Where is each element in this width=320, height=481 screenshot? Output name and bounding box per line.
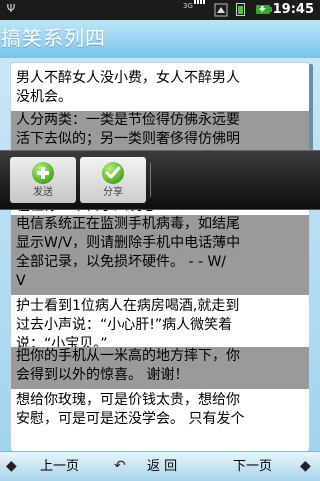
back-arrow-icon[interactable]: ↶ — [114, 452, 126, 481]
list-item[interactable]: 把你的手机从一米高的地方摔下，你 会得到以外的惊喜。 谢谢！ — [11, 347, 309, 389]
arrow-left-icon: ◆ — [6, 458, 17, 474]
network-type: 3G — [183, 2, 193, 10]
checkmark-icon — [102, 162, 124, 184]
list-item[interactable]: 电信系统正在监测手机病毒，如结尾 显示W/V，则请删除手机中电话薄中 全部记录，… — [11, 215, 309, 295]
status-bar: Ψ 3G 19:45 — [0, 0, 320, 20]
next-page-button[interactable]: ◆ — [300, 452, 311, 481]
prev-page-button[interactable]: ◆ — [6, 452, 17, 481]
clock: 19:45 — [272, 2, 314, 17]
joke-list[interactable]: 男人不醉女人没小费，女人不醉男人 没机会。 人分两类：一类是节俭得仿佛永远要 活… — [10, 62, 310, 452]
battery-icon — [236, 3, 245, 16]
list-item[interactable]: 男人不醉女人没小费，女人不醉男人 没机会。 — [11, 69, 309, 109]
list-item[interactable]: 人分两类：一类是节俭得仿佛永远要 活下去似的；另一类则奢侈得仿佛明 — [11, 111, 309, 151]
context-menu: 发送 分享 — [0, 150, 320, 210]
prev-page-label[interactable]: 上一页 — [40, 452, 79, 481]
usb-icon: Ψ — [6, 2, 16, 15]
wifi-icon — [214, 3, 228, 17]
bottom-nav: ◆ 上一页 ↶ 返 回 下一页 ◆ — [0, 451, 320, 481]
title-bar: 搞笑系列四 — [0, 20, 320, 58]
share-label: 分享 — [103, 187, 123, 198]
send-label: 发送 — [33, 187, 53, 198]
scrollbar[interactable] — [309, 64, 313, 164]
share-button[interactable]: 分享 — [80, 157, 146, 203]
arrow-right-icon: ◆ — [300, 458, 311, 474]
charging-icon — [256, 5, 272, 14]
send-button[interactable]: 发送 — [10, 157, 76, 203]
signal-icon: 3G — [183, 0, 207, 17]
list-item[interactable]: 想给你玫瑰，可是价钱太贵，想给你 安慰，可是可是还没学会。 只有发个 — [11, 391, 309, 433]
back-button[interactable]: 返 回 — [147, 452, 177, 481]
page-title: 搞笑系列四 — [1, 26, 106, 50]
menu-divider — [150, 163, 151, 197]
next-page-label[interactable]: 下一页 — [233, 452, 272, 481]
add-icon — [32, 162, 54, 184]
